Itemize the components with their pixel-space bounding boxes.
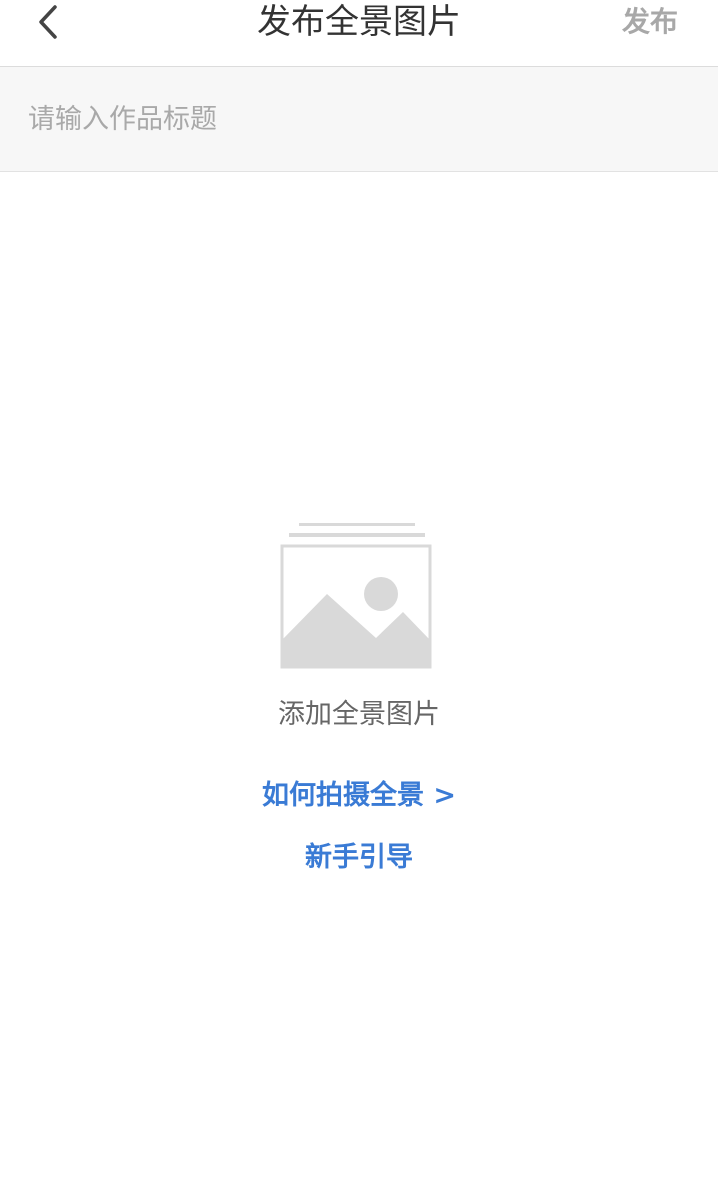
add-panorama-button[interactable] (279, 520, 435, 672)
add-panorama-label: 添加全景图片 (278, 699, 440, 730)
title-input[interactable] (28, 67, 688, 171)
page-title: 发布全景图片 (257, 2, 461, 42)
publish-button[interactable]: 发布 (622, 0, 678, 44)
how-to-shoot-link[interactable]: 如何拍摄全景 > (0, 773, 718, 812)
image-placeholder-icon (280, 523, 432, 669)
title-field (0, 67, 718, 172)
navigation-bar: 发布全景图片 发布 (0, 0, 718, 67)
beginner-guide-link[interactable]: 新手引导 (0, 835, 718, 874)
